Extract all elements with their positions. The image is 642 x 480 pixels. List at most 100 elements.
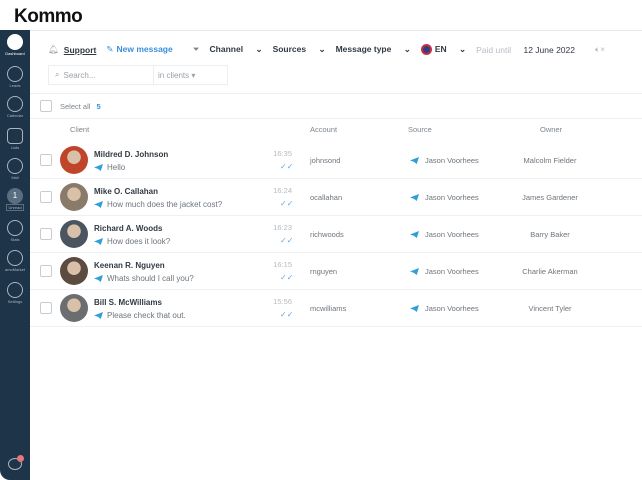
sidebar-item-dashboard[interactable]: Dashboard xyxy=(0,34,30,56)
sidebar-label: Settings xyxy=(7,299,23,304)
message-type-dropdown[interactable]: Message type ⌄ xyxy=(336,44,411,55)
avatar xyxy=(60,257,88,285)
message-text: Please check that out. xyxy=(107,311,186,320)
telegram-icon xyxy=(410,268,419,275)
search-input[interactable]: ⌕ Search... xyxy=(49,66,154,84)
sidebar-item-amomarket[interactable]: amoMarket xyxy=(0,250,30,272)
language-label: EN xyxy=(434,44,447,54)
table-row[interactable]: Richard A. Woods How does it look? 16:23… xyxy=(30,216,642,253)
read-check-icon: ✓✓ xyxy=(280,310,294,319)
column-account: Account xyxy=(310,125,338,134)
sidebar-label: amoMarket xyxy=(4,267,25,272)
message-type-label: Message type xyxy=(335,44,392,55)
sidebar-item-stats[interactable]: Stats xyxy=(0,220,30,242)
telegram-icon xyxy=(94,238,103,245)
client-name[interactable]: Keenan R. Nguyen xyxy=(94,261,165,270)
table-row[interactable]: Mildred D. Johnson Hello 16:35 ✓✓ johnso… xyxy=(30,142,642,179)
owner: Vincent Tyler xyxy=(528,304,572,313)
account: johnsond xyxy=(310,156,341,165)
owner: James Gardener xyxy=(522,193,578,202)
sidebar-label: Unread xyxy=(6,204,24,211)
owner: Barry Baker xyxy=(530,230,570,239)
telegram-icon xyxy=(94,312,103,319)
message-time: 16:23 xyxy=(273,223,292,232)
source-name: Jason Voorhees xyxy=(425,267,479,276)
account: richwoods xyxy=(310,230,344,239)
last-message: Hello xyxy=(94,163,125,172)
client-name[interactable]: Mildred D. Johnson xyxy=(94,150,168,159)
client-name[interactable]: Richard A. Woods xyxy=(94,224,162,233)
read-check-icon: ✓✓ xyxy=(280,236,294,245)
uk-flag-icon xyxy=(420,44,432,56)
row-checkbox[interactable] xyxy=(40,191,52,203)
source: Jason Voorhees xyxy=(410,267,479,276)
sidebar-item-mail[interactable]: Mail xyxy=(0,158,30,180)
search-bar: ⌕ Search... in clients ▾ xyxy=(48,65,228,85)
row-checkbox[interactable] xyxy=(40,228,52,240)
row-checkbox[interactable] xyxy=(40,302,52,314)
channel-dropdown[interactable]: Channel ⌄ xyxy=(210,44,263,55)
message-text: Whats should I call you? xyxy=(107,274,194,283)
owner: Charlie Akerman xyxy=(522,267,578,276)
sidebar-item-lists[interactable]: Lists xyxy=(0,128,30,150)
sidebar-label: Leads xyxy=(9,83,21,88)
table-row[interactable]: Keenan R. Nguyen Whats should I call you… xyxy=(30,253,642,290)
column-source: Source xyxy=(408,125,432,134)
sidebar-item-settings[interactable]: Settings xyxy=(0,282,30,304)
telegram-icon xyxy=(410,231,419,238)
source-name: Jason Voorhees xyxy=(425,193,479,202)
last-message: How does it look? xyxy=(94,237,170,246)
select-all-label[interactable]: Select all xyxy=(60,102,90,111)
telegram-icon xyxy=(410,194,419,201)
calendar-icon xyxy=(7,96,23,112)
table-row[interactable]: Mike O. Callahan How much does the jacke… xyxy=(30,179,642,216)
read-check-icon: ✓✓ xyxy=(280,273,294,282)
last-message: Please check that out. xyxy=(94,311,186,320)
row-checkbox[interactable] xyxy=(40,265,52,277)
last-message: How much does the jacket cost? xyxy=(94,200,222,209)
source: Jason Voorhees xyxy=(410,193,479,202)
bell-icon[interactable]: 🔔︎ xyxy=(48,44,59,55)
sidebar-label: Lists xyxy=(10,145,20,150)
sidebar: Dashboard Leads Calendar Lists Mail 1 Unr… xyxy=(0,30,30,480)
search-scope-label: in clients xyxy=(158,70,190,80)
toolbar: 🔔︎ Support ✎ New message ⏷ Channel ⌄ Sour… xyxy=(48,44,615,56)
source-name: Jason Voorhees xyxy=(425,304,479,313)
column-owner: Owner xyxy=(540,125,563,134)
message-text: Hello xyxy=(107,163,126,172)
message-time: 16:35 xyxy=(273,149,292,158)
main-content: 🔔︎ Support ✎ New message ⏷ Channel ⌄ Sour… xyxy=(30,30,642,480)
edit-icon: ✎ xyxy=(106,44,114,55)
selected-count: 5 xyxy=(96,101,101,111)
mute-icon[interactable]: 🔈︎× xyxy=(595,44,605,55)
support-link[interactable]: Support xyxy=(64,45,97,55)
new-message-button[interactable]: ✎ New message xyxy=(106,44,182,55)
language-dropdown[interactable]: EN ⌄ xyxy=(420,44,466,56)
search-placeholder: Search... xyxy=(63,70,96,80)
filter-icon[interactable]: ⏷ xyxy=(193,44,200,55)
telegram-icon xyxy=(94,201,103,208)
row-checkbox[interactable] xyxy=(40,154,52,166)
sources-dropdown[interactable]: Sources ⌄ xyxy=(273,44,326,55)
sidebar-item-leads[interactable]: Leads xyxy=(0,66,30,88)
select-all-bar: Select all 5 xyxy=(30,93,642,119)
sidebar-item-calendar[interactable]: Calendar xyxy=(0,96,30,118)
avatar xyxy=(60,294,88,322)
sidebar-label: Stats xyxy=(10,237,20,242)
client-name[interactable]: Mike O. Callahan xyxy=(94,187,158,196)
new-message-label: New message xyxy=(116,44,173,55)
sidebar-item-unread[interactable]: 1 Unread xyxy=(0,188,30,211)
select-all-checkbox[interactable] xyxy=(40,100,52,112)
table-row[interactable]: Bill S. McWilliams Please check that out… xyxy=(30,290,642,327)
leads-icon xyxy=(7,66,23,82)
account: ocallahan xyxy=(310,193,343,202)
client-name[interactable]: Bill S. McWilliams xyxy=(94,298,162,307)
message-text: How does it look? xyxy=(107,237,171,246)
source-name: Jason Voorhees xyxy=(425,156,479,165)
search-scope-dropdown[interactable]: in clients ▾ xyxy=(154,71,195,80)
mail-icon xyxy=(7,158,23,174)
chat-button[interactable]: 1 xyxy=(0,455,30,471)
sidebar-label: Calendar xyxy=(6,113,24,118)
lists-icon xyxy=(7,128,23,144)
avatar xyxy=(60,183,88,211)
